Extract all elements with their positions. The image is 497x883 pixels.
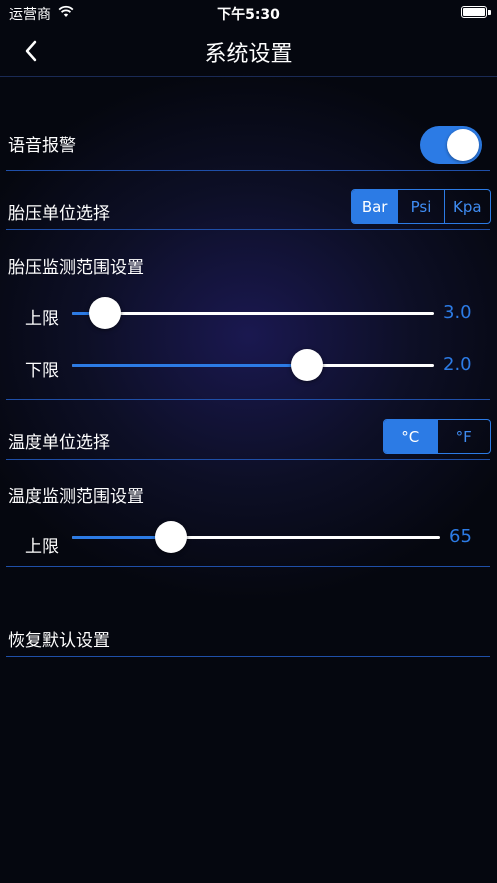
pressure-upper-label: 上限 — [25, 309, 59, 329]
divider — [6, 656, 490, 657]
status-bar: 运营商 下午5:30 — [0, 0, 497, 26]
voice-alarm-label: 语音报警 — [8, 136, 76, 156]
pressure-unit-bar[interactable]: Bar — [352, 190, 398, 223]
pressure-upper-slider[interactable] — [72, 297, 434, 329]
temp-upper-label: 上限 — [25, 537, 59, 557]
pressure-lower-value: 2.0 — [443, 354, 472, 375]
pressure-range-label: 胎压监测范围设置 — [8, 258, 144, 278]
temp-upper-value: 65 — [449, 526, 472, 547]
temp-unit-fahrenheit[interactable]: °F — [436, 420, 491, 453]
divider — [6, 170, 490, 171]
temp-unit-label: 温度单位选择 — [8, 433, 110, 453]
pressure-unit-segmented-control: Bar Psi Kpa — [351, 189, 491, 224]
pressure-unit-label: 胎压单位选择 — [8, 204, 110, 224]
pressure-unit-psi[interactable]: Psi — [397, 190, 443, 223]
divider — [6, 459, 490, 460]
slider-fill — [72, 364, 308, 367]
temp-unit-celsius[interactable]: °C — [384, 420, 437, 453]
reset-defaults-button[interactable]: 恢复默认设置 — [8, 626, 110, 651]
toggle-knob — [447, 129, 479, 161]
slider-thumb[interactable] — [155, 521, 188, 553]
divider — [6, 399, 490, 400]
pressure-unit-kpa[interactable]: Kpa — [443, 190, 490, 223]
voice-alarm-toggle[interactable] — [420, 126, 482, 164]
temp-upper-slider[interactable] — [72, 521, 440, 553]
divider — [6, 566, 490, 567]
temp-range-label: 温度监测范围设置 — [8, 487, 144, 507]
slider-thumb[interactable] — [88, 297, 121, 329]
pressure-upper-value: 3.0 — [443, 302, 472, 323]
pressure-lower-label: 下限 — [25, 361, 59, 381]
pressure-lower-slider[interactable] — [72, 349, 434, 381]
battery-icon — [461, 6, 491, 18]
navigation-bar: 系统设置 — [0, 26, 497, 77]
slider-thumb[interactable] — [291, 349, 324, 381]
temp-unit-segmented-control: °C °F — [383, 419, 491, 454]
divider — [6, 229, 490, 230]
clock: 下午5:30 — [217, 7, 280, 23]
page-title: 系统设置 — [204, 42, 293, 67]
